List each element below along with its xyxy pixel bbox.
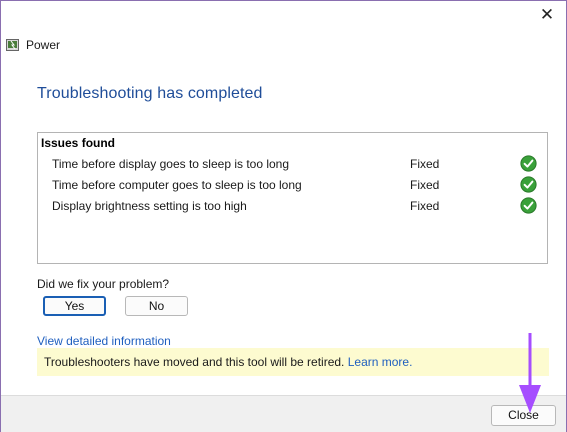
learn-more-link[interactable]: Learn more. [348, 355, 413, 369]
issue-row[interactable]: Time before display goes to sleep is too… [52, 154, 539, 174]
issue-text: Time before display goes to sleep is too… [52, 157, 290, 171]
no-button[interactable]: No [125, 296, 188, 316]
troubleshooter-window: ✕ Power Troubleshooting has completed Is… [0, 0, 567, 432]
issue-row[interactable]: Display brightness setting is too high F… [52, 196, 539, 216]
issue-status: Fixed [410, 157, 440, 171]
issue-status: Fixed [410, 178, 440, 192]
pointer-arrow-icon [519, 333, 541, 413]
notice-text: Troubleshooters have moved and this tool… [44, 355, 345, 369]
issues-header: Issues found [41, 136, 116, 150]
view-details-link[interactable]: View detailed information [37, 334, 171, 348]
check-circle-icon [520, 155, 537, 172]
window-titlebar: Power [6, 37, 60, 53]
issue-row[interactable]: Time before computer goes to sleep is to… [52, 175, 539, 195]
yes-button[interactable]: Yes [43, 296, 106, 316]
issue-text: Display brightness setting is too high [52, 199, 247, 213]
check-circle-icon [520, 176, 537, 193]
check-circle-icon [520, 197, 537, 214]
feedback-question: Did we fix your problem? [37, 277, 170, 291]
issue-text: Time before computer goes to sleep is to… [52, 178, 302, 192]
retirement-notice: Troubleshooters have moved and this tool… [37, 348, 549, 376]
window-close-icon[interactable]: ✕ [536, 5, 558, 25]
issue-status: Fixed [410, 199, 440, 213]
window-title: Power [26, 38, 61, 52]
page-title: Troubleshooting has completed [37, 85, 263, 102]
dialog-footer [1, 395, 566, 432]
power-app-icon [6, 39, 19, 51]
issues-list: Issues found Time before display goes to… [37, 132, 548, 264]
